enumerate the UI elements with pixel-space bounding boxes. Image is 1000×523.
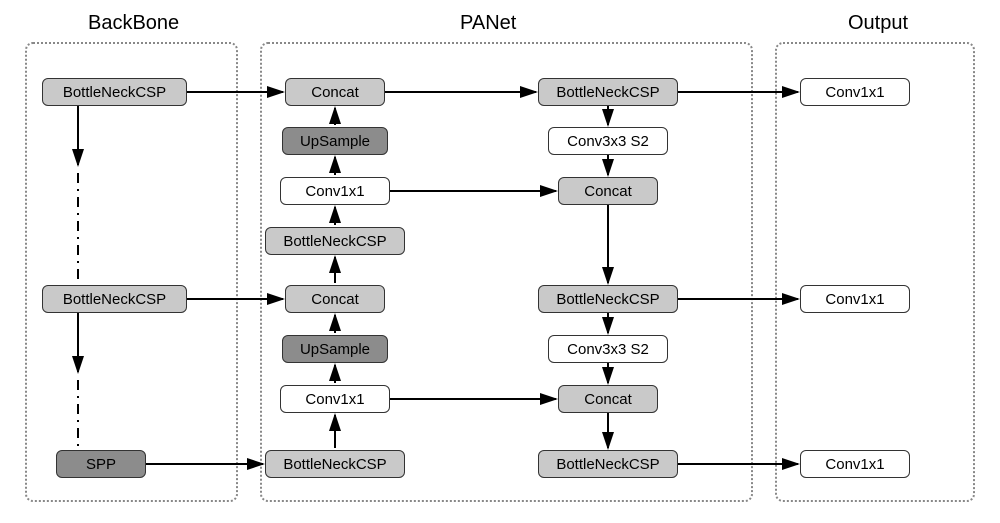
block-bb-csp-top: BottleNeckCSP (42, 78, 187, 106)
block-out-conv3: Conv1x1 (800, 450, 910, 478)
block-p-csp-bot: BottleNeckCSP (265, 450, 405, 478)
block-p2-concat-mid: Concat (558, 385, 658, 413)
section-box-backbone (25, 42, 238, 502)
block-p-concat-mid: Concat (285, 285, 385, 313)
section-title-output: Output (848, 12, 908, 35)
block-p2-csp-top: BottleNeckCSP (538, 78, 678, 106)
block-p-conv1x1-top: Conv1x1 (280, 177, 390, 205)
block-out-conv1: Conv1x1 (800, 78, 910, 106)
block-p-conv1x1-mid: Conv1x1 (280, 385, 390, 413)
block-p-upsample-top: UpSample (282, 127, 388, 155)
block-p2-concat-top: Concat (558, 177, 658, 205)
section-box-output (775, 42, 975, 502)
block-bb-spp: SPP (56, 450, 146, 478)
block-p2-conv3x3-mid: Conv3x3 S2 (548, 335, 668, 363)
section-title-backbone: BackBone (88, 12, 179, 35)
section-box-panet (260, 42, 753, 502)
block-p-concat-top: Concat (285, 78, 385, 106)
block-out-conv2: Conv1x1 (800, 285, 910, 313)
block-p2-csp-mid: BottleNeckCSP (538, 285, 678, 313)
block-p2-csp-bot: BottleNeckCSP (538, 450, 678, 478)
block-p2-conv3x3-top: Conv3x3 S2 (548, 127, 668, 155)
block-p-csp-mid: BottleNeckCSP (265, 227, 405, 255)
section-title-panet: PANet (460, 12, 516, 35)
block-p-upsample-mid: UpSample (282, 335, 388, 363)
block-bb-csp-mid: BottleNeckCSP (42, 285, 187, 313)
